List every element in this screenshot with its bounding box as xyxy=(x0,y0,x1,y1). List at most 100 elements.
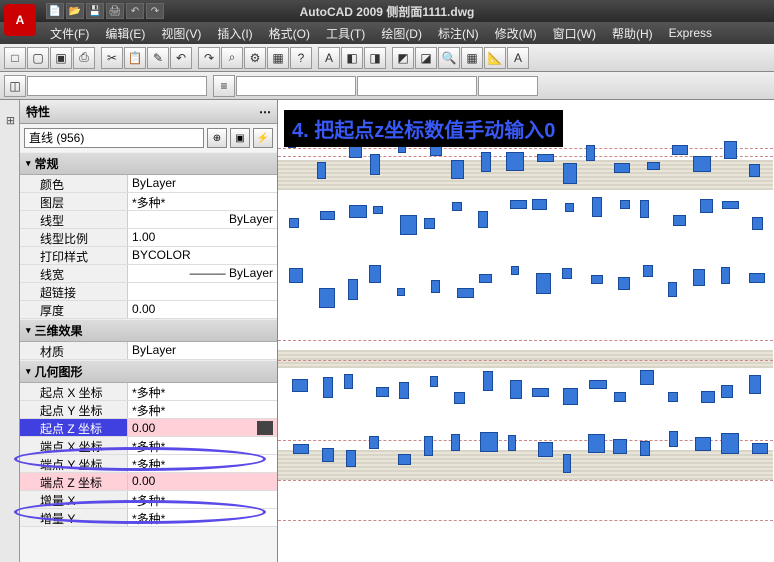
prop-value[interactable]: ——— ByLayer xyxy=(128,265,277,282)
cad-block[interactable] xyxy=(370,154,379,175)
cad-block[interactable] xyxy=(397,288,406,297)
prop-row[interactable]: 起点 X 坐标*多种* xyxy=(20,383,277,401)
cad-block[interactable] xyxy=(620,200,630,209)
cad-block[interactable] xyxy=(565,203,573,212)
prop-value[interactable]: ByLayer xyxy=(128,342,277,359)
cad-block[interactable] xyxy=(536,273,551,293)
prop-value[interactable]: 0.00 xyxy=(128,473,277,490)
prop-value[interactable]: *多种* xyxy=(128,401,277,418)
cad-block[interactable] xyxy=(317,162,326,179)
cad-block[interactable] xyxy=(562,268,572,279)
cad-block[interactable] xyxy=(510,380,522,399)
prop-row[interactable]: 线型比例1.00 xyxy=(20,229,277,247)
cad-block[interactable] xyxy=(398,454,411,465)
cad-block[interactable] xyxy=(538,442,553,457)
cad-block[interactable] xyxy=(452,202,462,211)
prop-row[interactable]: 起点 Y 坐标*多种* xyxy=(20,401,277,419)
cad-block[interactable] xyxy=(614,163,630,173)
cad-block[interactable] xyxy=(700,199,713,213)
toolbar-btn-0[interactable]: □ xyxy=(4,47,26,69)
cad-block[interactable] xyxy=(532,199,547,209)
prop-select-objects-icon[interactable]: ▣ xyxy=(230,128,250,148)
cad-block[interactable] xyxy=(369,265,381,283)
layer-manager-icon[interactable]: ◫ xyxy=(4,75,26,97)
qat-open[interactable]: 📂 xyxy=(66,3,84,19)
cad-block[interactable] xyxy=(669,431,678,447)
prop-row[interactable]: 增量 Y*多种* xyxy=(20,509,277,527)
toolbar-btn-12[interactable]: ? xyxy=(290,47,312,69)
cad-block[interactable] xyxy=(749,273,765,283)
cad-block[interactable] xyxy=(643,265,653,277)
cad-block[interactable] xyxy=(563,388,578,405)
cad-block[interactable] xyxy=(344,374,353,389)
toolbar-btn-8[interactable]: ↷ xyxy=(198,47,220,69)
cad-block[interactable] xyxy=(480,432,498,452)
cad-block[interactable] xyxy=(508,435,517,451)
toolbar-btn-10[interactable]: ⚙ xyxy=(244,47,266,69)
qat-new[interactable]: 📄 xyxy=(46,3,64,19)
cad-block[interactable] xyxy=(591,275,603,284)
qat-redo[interactable]: ↷ xyxy=(146,3,164,19)
cad-block[interactable] xyxy=(701,391,716,404)
prop-value[interactable]: 0.00 xyxy=(128,301,277,318)
cad-block[interactable] xyxy=(289,218,299,228)
prop-row[interactable]: 线宽——— ByLayer xyxy=(20,265,277,283)
menu-file[interactable]: 文件(F) xyxy=(42,22,97,45)
cad-block[interactable] xyxy=(563,163,577,184)
cad-block[interactable] xyxy=(640,200,648,218)
menu-view[interactable]: 视图(V) xyxy=(153,22,209,45)
toolbar-btn-20[interactable]: 📐 xyxy=(484,47,506,69)
cad-block[interactable] xyxy=(673,215,686,227)
cad-block[interactable] xyxy=(752,217,763,231)
cad-block[interactable] xyxy=(614,392,626,401)
prop-row[interactable]: 图层*多种* xyxy=(20,193,277,211)
cad-block[interactable] xyxy=(400,215,417,235)
cad-block[interactable] xyxy=(451,434,460,451)
cad-block[interactable] xyxy=(537,154,554,162)
prop-value[interactable]: BYCOLOR xyxy=(128,247,277,264)
side-tab-palette[interactable]: ⊞ xyxy=(0,110,19,131)
cad-block[interactable] xyxy=(399,382,409,399)
layer-state-icon[interactable]: ≡ xyxy=(213,75,235,97)
drawing-area[interactable]: 4. 把起点z坐标数值手动输入0 xyxy=(278,100,774,562)
prop-row[interactable]: 厚度0.00 xyxy=(20,301,277,319)
cad-block[interactable] xyxy=(752,443,768,454)
prop-value[interactable]: *多种* xyxy=(128,491,277,508)
cad-block[interactable] xyxy=(457,288,474,298)
layer-combo[interactable] xyxy=(27,76,207,96)
cad-block[interactable] xyxy=(478,211,487,228)
cad-block[interactable] xyxy=(376,387,389,397)
cad-block[interactable] xyxy=(724,141,737,159)
cad-block[interactable] xyxy=(640,370,654,385)
cad-block[interactable] xyxy=(668,282,678,297)
prop-row[interactable]: 材质ByLayer xyxy=(20,342,277,360)
cad-block[interactable] xyxy=(668,392,679,402)
toolbar-btn-19[interactable]: ▦ xyxy=(461,47,483,69)
cad-block[interactable] xyxy=(693,269,705,286)
prop-quick-select-icon[interactable]: ⚡ xyxy=(253,128,273,148)
cad-block[interactable] xyxy=(424,218,434,229)
cad-block[interactable] xyxy=(721,267,730,284)
cad-block[interactable] xyxy=(479,274,492,283)
prop-value[interactable]: 1.00 xyxy=(128,229,277,246)
cad-block[interactable] xyxy=(510,200,527,210)
prop-row[interactable]: 线型ByLayer xyxy=(20,211,277,229)
prop-row[interactable]: 超链接 xyxy=(20,283,277,301)
toolbar-btn-14[interactable]: ◧ xyxy=(341,47,363,69)
cad-block[interactable] xyxy=(323,377,333,398)
toolbar-btn-9[interactable]: ⌕ xyxy=(221,47,243,69)
cad-block[interactable] xyxy=(349,205,367,219)
cad-block[interactable] xyxy=(613,439,627,454)
cad-block[interactable] xyxy=(749,164,760,177)
cad-block[interactable] xyxy=(481,152,491,172)
cad-block[interactable] xyxy=(511,266,519,276)
prop-row[interactable]: 增量 X*多种* xyxy=(20,491,277,509)
prop-value[interactable]: *多种* xyxy=(128,437,277,454)
menu-modify[interactable]: 修改(M) xyxy=(487,22,545,45)
lineweight-combo[interactable] xyxy=(357,76,477,96)
qat-save[interactable]: 💾 xyxy=(86,3,104,19)
menu-window[interactable]: 窗口(W) xyxy=(545,22,604,45)
toolbar-btn-2[interactable]: ▣ xyxy=(50,47,72,69)
cad-block[interactable] xyxy=(373,206,383,214)
toolbar-btn-21[interactable]: A xyxy=(507,47,529,69)
